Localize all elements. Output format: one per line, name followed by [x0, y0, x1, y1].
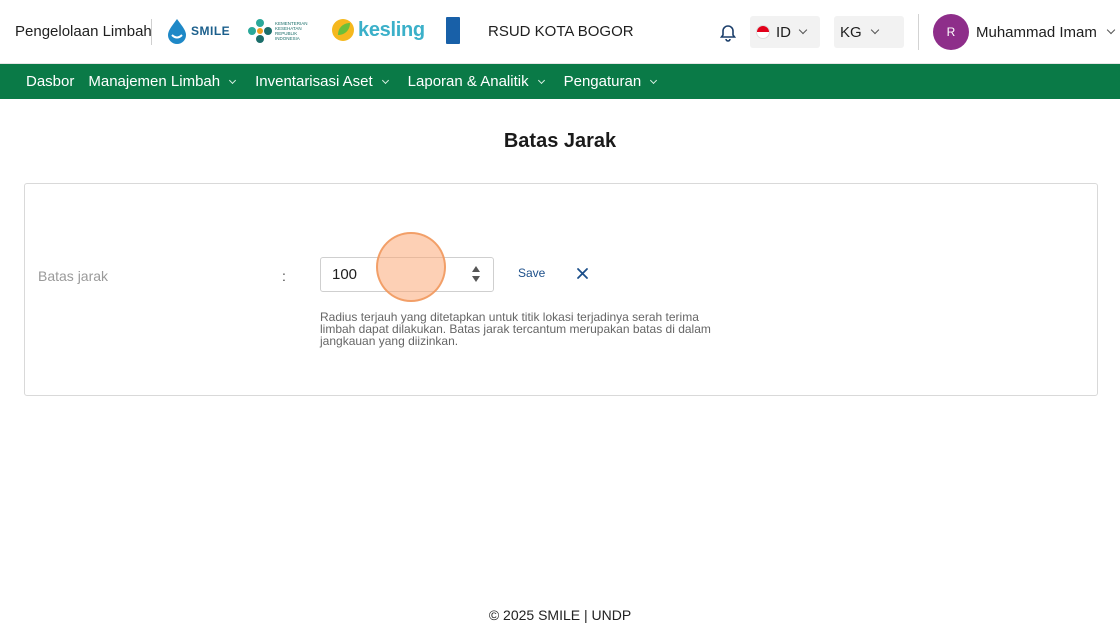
nav-item-manajemen-limbah[interactable]: Manajemen Limbah — [82, 64, 241, 99]
field-separator: : — [282, 268, 286, 284]
smile-drop-icon — [168, 19, 186, 44]
undp-logo — [446, 17, 460, 44]
smile-logo: SMILE — [166, 18, 230, 44]
smile-logo-text: SMILE — [191, 24, 231, 38]
help-text: Radius terjauh yang ditetapkan untuk tit… — [320, 310, 711, 348]
app-title: Pengelolaan Limbah — [15, 23, 152, 40]
close-icon[interactable] — [576, 265, 589, 281]
user-menu[interactable]: R Muhammad Imam — [933, 14, 1116, 50]
nav-item-label: Manajemen Limbah — [88, 73, 221, 90]
avatar: R — [933, 14, 969, 50]
distance-limit-label: Batas jarak — [38, 268, 109, 284]
nav-item-dasbor[interactable]: Dasbor — [20, 64, 74, 99]
bell-icon[interactable] — [719, 24, 737, 42]
settings-card — [24, 183, 1098, 396]
kemenkes-emblem-icon — [248, 19, 272, 43]
unit-label: KG — [840, 23, 862, 41]
chevron-down-icon — [798, 25, 808, 35]
kesling-logo-text: kesling — [358, 18, 425, 41]
nav-item-inventarisasi-aset[interactable]: Inventarisasi Aset — [249, 64, 394, 99]
chevron-down-icon — [537, 76, 545, 84]
chevron-down-icon — [229, 76, 237, 84]
top-header: Pengelolaan Limbah SMILE KEMENTERIAN KES… — [0, 0, 1120, 64]
click-indicator — [376, 232, 446, 302]
header-divider — [918, 14, 919, 50]
header-divider — [151, 19, 152, 45]
nav-item-label: Dasbor — [26, 73, 75, 90]
nav-item-label: Laporan & Analitik — [407, 73, 529, 90]
kemenkes-logo-text: KEMENTERIAN KESEHATAN REPUBLIK INDONESIA — [275, 21, 308, 41]
spinner-up-icon[interactable] — [472, 266, 480, 272]
number-spinner[interactable] — [471, 266, 481, 284]
page-title: Batas Jarak — [503, 130, 617, 152]
language-label: ID — [776, 23, 791, 41]
organization-name: RSUD KOTA BOGOR — [488, 23, 634, 40]
kemenkes-logo: KEMENTERIAN KESEHATAN REPUBLIK INDONESIA — [248, 18, 308, 44]
save-button[interactable]: Save — [518, 266, 545, 280]
chevron-down-icon — [870, 25, 879, 35]
unit-select[interactable]: KG — [834, 16, 904, 48]
spinner-down-icon[interactable] — [472, 276, 480, 282]
nav-item-pengaturan[interactable]: Pengaturan — [558, 64, 663, 99]
footer-copyright: © 2025 SMILE | UNDP — [488, 607, 632, 623]
kesling-leaf-icon — [332, 19, 354, 41]
language-select[interactable]: ID — [750, 16, 820, 48]
chevron-down-icon — [1106, 25, 1116, 35]
nav-item-laporan-analitik[interactable]: Laporan & Analitik — [402, 64, 550, 99]
chevron-down-icon — [381, 76, 389, 84]
nav-item-label: Pengaturan — [563, 73, 642, 90]
main-nav: Dasbor Manajemen Limbah Inventarisasi As… — [0, 64, 1120, 99]
nav-item-label: Inventarisasi Aset — [255, 73, 373, 90]
user-name: Muhammad Imam — [976, 23, 1097, 41]
indonesia-flag-icon — [756, 25, 770, 39]
kesling-logo: kesling — [331, 17, 425, 43]
chevron-down-icon — [650, 76, 658, 84]
